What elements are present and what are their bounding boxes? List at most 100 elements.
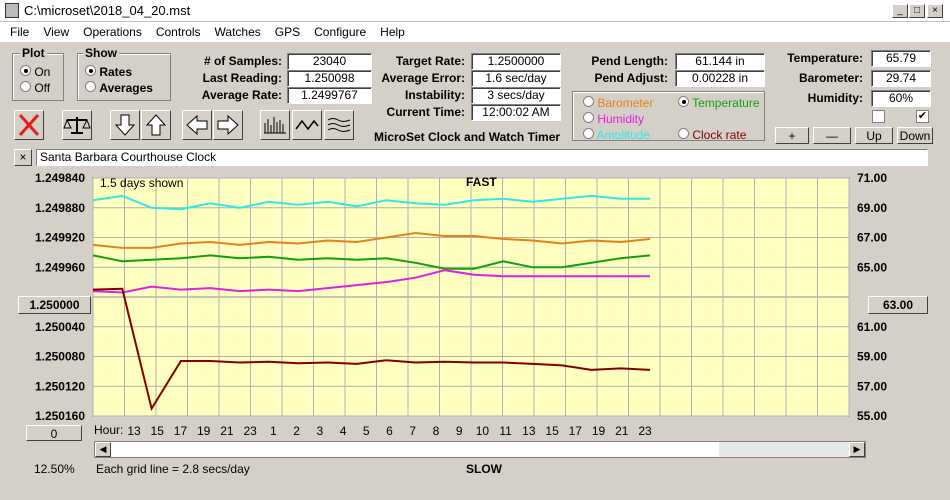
barometer-field: 29.74 (871, 70, 931, 87)
wave-view-button[interactable] (292, 110, 322, 140)
y-tick-left: 1.249840 (35, 171, 85, 185)
menu-help[interactable]: Help (380, 25, 405, 39)
plus-button[interactable]: + (775, 127, 809, 144)
y-tick-right: 71.00 (857, 171, 887, 185)
sensor-barometer-radio[interactable]: Barometer (583, 96, 653, 110)
zoom-label: 12.50% (34, 462, 75, 476)
stop-button[interactable] (14, 110, 44, 140)
barometer-label: Barometer: (798, 71, 863, 85)
clock-name-field[interactable]: Santa Barbara Courthouse Clock (36, 149, 928, 166)
balance-button[interactable] (62, 110, 92, 140)
y-tick-right: 69.00 (857, 201, 887, 215)
humidity-field: 60% (871, 90, 931, 107)
menu-configure[interactable]: Configure (314, 25, 366, 39)
days-shown-label: 1.5 days shown (100, 176, 184, 190)
menu-operations[interactable]: Operations (83, 25, 142, 39)
checkbox-1[interactable] (872, 110, 885, 123)
radio-icon (678, 128, 689, 139)
target-rate-field[interactable]: 1.2500000 (471, 53, 561, 70)
title-bar: C:\microset\2018_04_20.mst _ □ × (0, 0, 950, 22)
horizontal-scrollbar[interactable]: ◀ ▶ (94, 441, 866, 458)
menu-view[interactable]: View (43, 25, 69, 39)
plot-off-radio[interactable]: Off (20, 81, 50, 95)
y-tick-left: 1.250120 (35, 379, 85, 393)
instability-field: 3 secs/day (471, 87, 561, 104)
y-tick-right: 65.00 (857, 260, 887, 274)
average-error-label: Average Error: (381, 71, 465, 85)
x-tick-label: 8 (433, 424, 440, 438)
pend-adjust-label: Pend Adjust: (594, 71, 668, 85)
grid-note-label: Each grid line = 2.8 secs/day (96, 462, 250, 476)
plot-on-label: On (34, 65, 51, 79)
plot-legend: Plot (20, 46, 47, 60)
pend-length-field[interactable]: 61.144 in (675, 53, 765, 70)
pend-adjust-field[interactable]: 0.00228 in (675, 70, 765, 87)
up-button[interactable]: Up (855, 127, 893, 144)
minus-button[interactable]: — (813, 127, 851, 144)
rates-label: Rates (99, 65, 133, 79)
menu-gps[interactable]: GPS (275, 25, 300, 39)
plot-on-radio[interactable]: On (20, 65, 50, 79)
radio-icon (583, 112, 594, 123)
clockrate-label: Clock rate (692, 128, 747, 142)
show-legend: Show (83, 46, 119, 60)
hour-label: Hour: (94, 423, 124, 437)
maximize-icon[interactable]: □ (909, 4, 925, 18)
x-tick-label: 17 (174, 424, 188, 438)
arrow-right-icon (217, 114, 239, 136)
window-title: C:\microset\2018_04_20.mst (24, 3, 191, 18)
x-tick-label: 13 (127, 424, 141, 438)
menu-controls[interactable]: Controls (156, 25, 201, 39)
last-reading-label: Last Reading: (202, 71, 282, 85)
app-icon (5, 3, 19, 18)
samples-field: 23040 (287, 53, 372, 70)
checkbox-2[interactable]: ✔ (916, 110, 929, 123)
sensor-temperature-radio[interactable]: Temperature (678, 96, 760, 110)
clear-name-button[interactable]: × (14, 149, 32, 166)
y-tick-right: 61.00 (857, 320, 887, 334)
menu-file[interactable]: File (10, 25, 29, 39)
up-arrow-button[interactable] (141, 110, 171, 140)
show-averages-radio[interactable]: Averages (85, 81, 153, 95)
bottom-left-button[interactable]: 0 (26, 425, 82, 441)
lines-view-button[interactable] (324, 110, 354, 140)
menu-bar: File View Operations Controls Watches GPS Conf… (0, 22, 950, 42)
scroll-thumb[interactable] (111, 442, 719, 457)
arrow-left-icon (186, 114, 208, 136)
right-center-value-button[interactable]: 63.00 (868, 296, 928, 314)
close-icon[interactable]: × (927, 4, 943, 18)
average-rate-label: Average Rate: (201, 88, 282, 102)
left-center-value-button[interactable]: 1.250000 (18, 296, 91, 314)
scroll-left-icon[interactable]: ◀ (95, 442, 111, 457)
x-tick-label: 21 (615, 424, 629, 438)
app-title: MicroSet Clock and Watch Timer (374, 130, 561, 144)
sensor-clockrate-radio[interactable]: Clock rate (678, 128, 746, 142)
fast-label: FAST (466, 175, 497, 189)
radio-icon (583, 128, 594, 139)
y-tick-left: 1.249880 (35, 201, 85, 215)
x-tick-label: 23 (243, 424, 257, 438)
slow-label: SLOW (466, 462, 502, 476)
x-tick-label: 23 (638, 424, 652, 438)
right-arrow-button[interactable] (213, 110, 243, 140)
y-tick-right: 67.00 (857, 231, 887, 245)
show-rates-radio[interactable]: Rates (85, 65, 132, 79)
x-tick-label: 1 (270, 424, 277, 438)
radio-icon (583, 96, 594, 107)
sensor-humidity-radio[interactable]: Humidity (583, 112, 644, 126)
temperature-label: Temperature: (787, 51, 863, 65)
arrow-up-icon (145, 114, 167, 136)
barometer-label: Barometer (597, 96, 654, 110)
sensor-amplitude-radio[interactable]: Amplitude (583, 128, 650, 142)
down-arrow-button[interactable] (110, 110, 140, 140)
x-tick-label: 19 (197, 424, 211, 438)
scale-icon (63, 117, 91, 134)
left-arrow-button[interactable] (182, 110, 212, 140)
x-tick-label: 15 (151, 424, 165, 438)
down-button[interactable]: Down (897, 127, 933, 144)
x-tick-label: 10 (476, 424, 490, 438)
bars-view-button[interactable] (260, 110, 290, 140)
menu-watches[interactable]: Watches (215, 25, 261, 39)
scroll-right-icon[interactable]: ▶ (849, 442, 865, 457)
minimize-icon[interactable]: _ (892, 4, 908, 18)
